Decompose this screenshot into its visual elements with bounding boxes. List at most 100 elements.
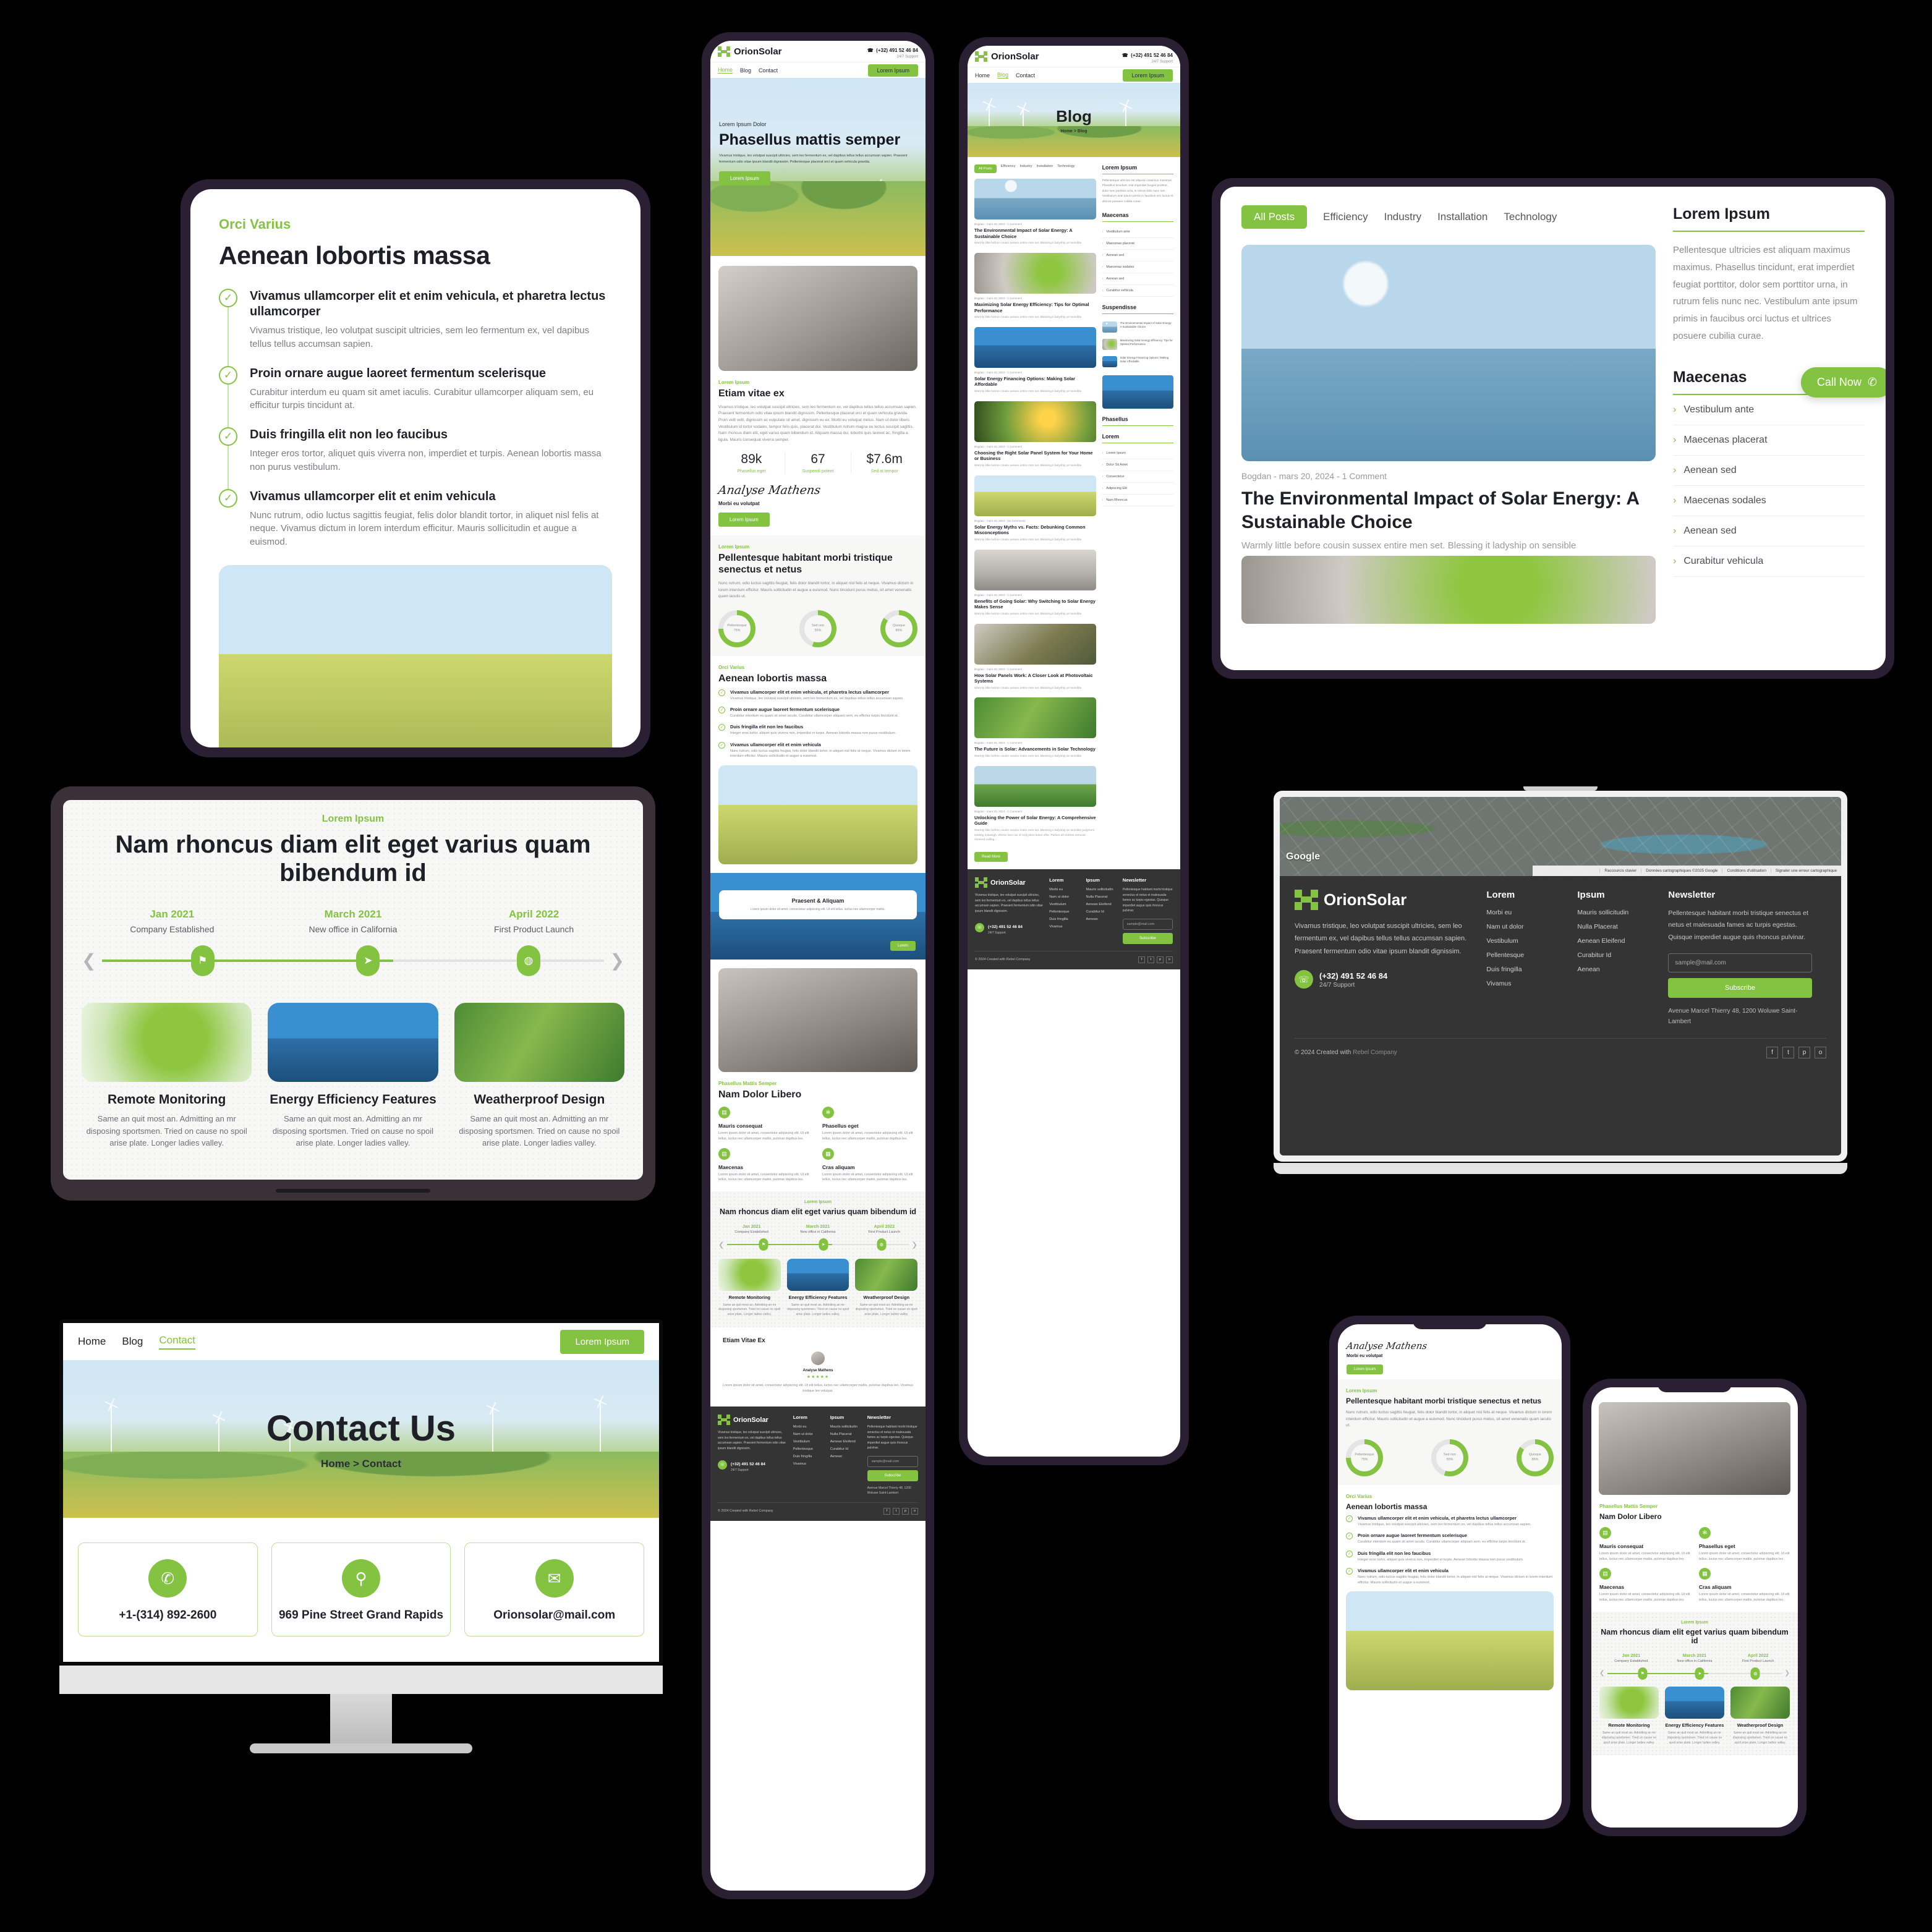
- header-phone[interactable]: ☎ (+32) 491 52 46 84 24/7 Support: [1122, 49, 1173, 64]
- contact-card[interactable]: ✉ Orionsolar@mail.com: [464, 1543, 645, 1636]
- category-installation[interactable]: Installation: [1037, 164, 1053, 173]
- category-technology[interactable]: Technology: [1057, 164, 1075, 173]
- sidebar-link[interactable]: › Aenean sed: [1102, 250, 1173, 262]
- chevron-right-icon[interactable]: ❯: [610, 950, 624, 971]
- email-input[interactable]: sample@mail.com: [1122, 918, 1173, 930]
- footer-link[interactable]: Pellentesque: [1486, 951, 1566, 959]
- sidebar-link[interactable]: › Dolor Sit Amet: [1102, 459, 1173, 471]
- recent-post[interactable]: Solar Energy Financing Options: Making S…: [1102, 353, 1173, 370]
- twitter-icon[interactable]: t: [1147, 956, 1154, 963]
- chevron-right-icon[interactable]: ❯: [1785, 1670, 1790, 1677]
- footer-link[interactable]: Mauris sollicitudin: [1577, 909, 1657, 916]
- category-industry[interactable]: Industry: [1020, 164, 1032, 173]
- hero-cta-button[interactable]: Lorem Ipsum: [719, 171, 770, 185]
- nav-contact[interactable]: Contact: [159, 1334, 195, 1350]
- twitter-icon[interactable]: t: [893, 1507, 900, 1515]
- footer-link[interactable]: Aenean Eleifend: [830, 1440, 861, 1444]
- mini-timeline-slider[interactable]: ❮ ⚑ ➤ ◍ ❯: [1599, 1667, 1790, 1680]
- instagram-icon[interactable]: o: [911, 1507, 918, 1515]
- timeline-slider[interactable]: ❮ ⚑ ➤ ◍ ❯: [82, 945, 624, 976]
- footer-link[interactable]: Duis fringilla: [1049, 917, 1079, 921]
- contact-card[interactable]: ⚲ 969 Pine Street Grand Rapids: [271, 1543, 451, 1636]
- footer-link[interactable]: Morbi eu: [1486, 909, 1566, 916]
- recent-post[interactable]: Maximizing Solar Energy Efficiency: Tips…: [1102, 336, 1173, 353]
- sidebar-link[interactable]: › Curabitur vehicula: [1673, 547, 1865, 577]
- blog-post-card[interactable]: Bogdan - mars 20, 2024 - 1 Comment The Fu…: [974, 697, 1096, 759]
- contact-card[interactable]: ✆ +1-(314) 892-2600: [78, 1543, 258, 1636]
- send-icon[interactable]: ➤: [1695, 1667, 1704, 1680]
- nav-contact[interactable]: Contact: [1016, 72, 1035, 79]
- pinterest-icon[interactable]: p: [902, 1507, 909, 1515]
- header-phone[interactable]: ☎ (+32) 491 52 46 84 24/7 Support: [867, 44, 918, 59]
- nav-home[interactable]: Home: [975, 72, 990, 79]
- sidebar-link[interactable]: › Curabitur vehicula: [1102, 285, 1173, 297]
- nav-blog[interactable]: Blog: [997, 72, 1009, 79]
- pinterest-icon[interactable]: p: [1157, 956, 1164, 963]
- footer-link[interactable]: Mauris sollicitudin: [1086, 888, 1117, 892]
- footer-link[interactable]: Aenean: [1577, 966, 1657, 973]
- footer-link[interactable]: Curabitur Id: [1577, 951, 1657, 959]
- recent-post[interactable]: The Environmental Impact of Solar Energy…: [1102, 318, 1173, 336]
- footer-link[interactable]: Morbi eu: [1049, 888, 1079, 892]
- blog-post-card[interactable]: Bogdan - mars 20, 2024 - 1 Comment Choosi…: [974, 401, 1096, 469]
- blog-post-card[interactable]: Bogdan - mars 20, 2024 - 1 Comment Benefi…: [974, 549, 1096, 617]
- send-icon[interactable]: ➤: [356, 945, 380, 976]
- google-map[interactable]: Google Raccourcis clavier Données cartogr…: [1280, 797, 1841, 876]
- category-efficiency[interactable]: Efficiency: [1323, 211, 1368, 223]
- chevron-right-icon[interactable]: ❯: [912, 1241, 917, 1249]
- sidebar-link[interactable]: › Lorem Ipsum: [1102, 448, 1173, 459]
- chevron-left-icon[interactable]: ❮: [718, 1241, 724, 1249]
- sidebar-link[interactable]: › Maecenas sodales: [1673, 486, 1865, 516]
- map-attribution-link[interactable]: Signaler une erreur cartographique: [1770, 869, 1841, 873]
- footer-link[interactable]: Nulla Placerat: [830, 1432, 861, 1436]
- sidebar-link[interactable]: › Aenean sed: [1102, 273, 1173, 285]
- footer-link[interactable]: Vestibulum: [1049, 903, 1079, 906]
- footer-link[interactable]: Nulla Placerat: [1086, 895, 1117, 899]
- praesent-cta-button[interactable]: Lorem: [890, 940, 916, 951]
- footer-link[interactable]: Nam ut dolor: [793, 1432, 824, 1436]
- post-title[interactable]: The Environmental Impact of Solar Energy…: [1241, 487, 1656, 534]
- category-filters[interactable]: All Posts Efficiency Industry Installation T…: [1241, 205, 1656, 229]
- instagram-icon[interactable]: o: [1166, 956, 1173, 963]
- facebook-icon[interactable]: f: [1766, 1047, 1778, 1059]
- subscribe-button[interactable]: Subscribe: [867, 1470, 919, 1481]
- nav-contact[interactable]: Contact: [759, 67, 778, 74]
- footer-link[interactable]: Aenean: [1086, 917, 1117, 921]
- sidebar-link[interactable]: › Vestibulum ante: [1102, 226, 1173, 238]
- blog-post-card[interactable]: Bogdan - mars 20, 2024 - 1 Comment The En…: [974, 179, 1096, 246]
- sidebar-link[interactable]: › Maecenas sodales: [1102, 262, 1173, 273]
- social-links[interactable]: ftpo: [883, 1507, 918, 1515]
- facebook-icon[interactable]: f: [1138, 956, 1145, 963]
- sidebar-link[interactable]: › Vestibulum ante: [1673, 395, 1865, 425]
- footer-link[interactable]: Vivamus: [1486, 980, 1566, 987]
- category-industry[interactable]: Industry: [1384, 211, 1421, 223]
- social-links[interactable]: ftpo: [1138, 956, 1173, 963]
- subscribe-button[interactable]: Subscribe: [1668, 978, 1812, 998]
- nav-blog[interactable]: Blog: [122, 1335, 143, 1348]
- footer-link[interactable]: Aenean Eleifend: [1577, 937, 1657, 945]
- instagram-icon[interactable]: o: [1815, 1047, 1826, 1059]
- send-icon[interactable]: ➤: [819, 1238, 828, 1251]
- sidebar-link[interactable]: › Adipiscing Elit: [1102, 483, 1173, 495]
- blog-post-card[interactable]: Bogdan - mars 20, 2024 - 1 Comment Maximi…: [974, 252, 1096, 320]
- nav-home[interactable]: Home: [78, 1335, 106, 1348]
- pinterest-icon[interactable]: p: [1798, 1047, 1810, 1059]
- sidebar-link[interactable]: › Aenean sed: [1673, 516, 1865, 547]
- social-links[interactable]: ftpo: [1766, 1047, 1826, 1059]
- flag-icon[interactable]: ⚑: [190, 945, 215, 976]
- blog-post-card[interactable]: Bogdan - mars 20, 2024 - No Comments Sola…: [974, 475, 1096, 543]
- footer-link[interactable]: Vivamus: [793, 1462, 824, 1466]
- map-attribution-link[interactable]: Conditions d'utilisation: [1722, 869, 1770, 873]
- footer-link[interactable]: Duis fringilla: [793, 1455, 824, 1458]
- footer-link[interactable]: Vestibulum: [793, 1440, 824, 1444]
- nav-cta-button[interactable]: Lorem Ipsum: [1123, 69, 1173, 82]
- twitter-icon[interactable]: t: [1782, 1047, 1794, 1059]
- post-title[interactable]: Solar Energy Financing Options: Making S…: [974, 376, 1096, 388]
- map-attribution-link[interactable]: Raccourcis clavier: [1599, 869, 1641, 873]
- footer-link[interactable]: Curabitur Id: [830, 1447, 861, 1451]
- footer-link[interactable]: Pellentesque: [793, 1447, 824, 1451]
- footer-link[interactable]: Morbi eu: [793, 1425, 824, 1429]
- category-efficiency[interactable]: Efficiency: [1001, 164, 1016, 173]
- footer-link[interactable]: Nam ut dolor: [1049, 895, 1079, 899]
- map-attribution-bar[interactable]: Raccourcis clavier Données cartographique…: [1532, 866, 1841, 876]
